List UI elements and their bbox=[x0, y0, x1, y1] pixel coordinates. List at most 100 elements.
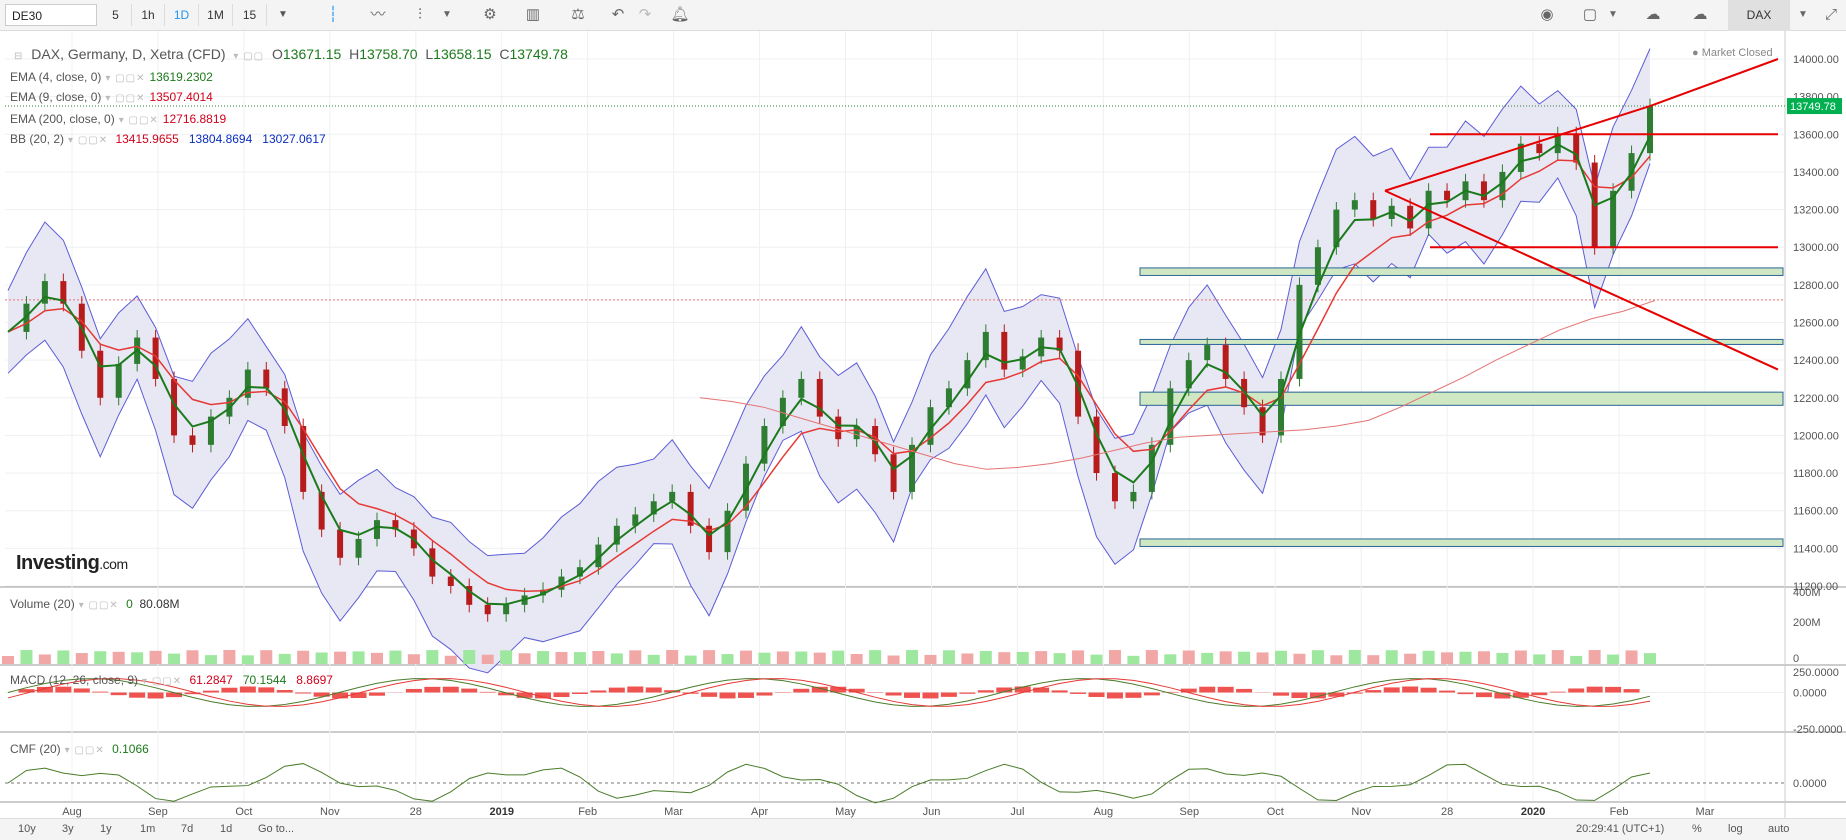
macd-hist-bar bbox=[1125, 692, 1142, 698]
volume-bar bbox=[1330, 655, 1343, 664]
candle-body bbox=[1130, 491, 1137, 502]
color-dropdown-icon[interactable]: ▼ bbox=[1598, 3, 1628, 27]
undo-icon[interactable]: ↶ bbox=[603, 3, 633, 27]
macd-hist-bar bbox=[1051, 690, 1068, 693]
volume-bar bbox=[832, 650, 845, 664]
volume-bar bbox=[1533, 654, 1546, 664]
cmf-legend: CMF (20) ▾ ▢▢✕ 0.1066 bbox=[10, 742, 149, 756]
macd-controls-icon[interactable]: ▾ ▢▢✕ bbox=[142, 676, 182, 687]
candle-body bbox=[1204, 345, 1211, 361]
volume-bar bbox=[537, 651, 550, 664]
macd-hist-bar bbox=[1383, 687, 1400, 693]
exchange-button[interactable]: DAX bbox=[1728, 0, 1790, 31]
ema4-controls-icon[interactable]: ▾ ▢▢✕ bbox=[105, 73, 145, 84]
macd-hist-bar bbox=[1180, 688, 1197, 693]
cloud-load-icon[interactable]: ☁ bbox=[1685, 3, 1715, 27]
macd-hist-bar bbox=[276, 690, 293, 693]
ema200-legend: EMA (200, close, 0) ▾ ▢▢✕ 12716.8819 bbox=[10, 112, 227, 126]
volume-controls-icon[interactable]: ▾ ▢▢✕ bbox=[79, 600, 119, 611]
range-1d[interactable]: 1d bbox=[220, 823, 232, 835]
range-3y[interactable]: 3y bbox=[62, 823, 74, 835]
y-tick-label: 12200.00 bbox=[1793, 393, 1839, 405]
macd-hist-bar bbox=[295, 692, 312, 694]
range-10y[interactable]: 10y bbox=[18, 823, 36, 835]
range-7d[interactable]: 7d bbox=[181, 823, 193, 835]
volume-bar bbox=[260, 650, 273, 664]
interval-1h[interactable]: 1h bbox=[132, 4, 165, 26]
ema200-controls-icon[interactable]: ▾ ▢▢✕ bbox=[119, 115, 159, 126]
volume-bar bbox=[629, 650, 642, 664]
macd-hist-bar bbox=[479, 691, 496, 693]
x-tick-label: Nov bbox=[1351, 806, 1371, 818]
range-1y[interactable]: 1y bbox=[100, 823, 112, 835]
y-tick-label: 12000.00 bbox=[1793, 430, 1839, 442]
scale-auto[interactable]: auto bbox=[1768, 823, 1789, 835]
collapse-icon[interactable]: ⊟ bbox=[14, 51, 23, 62]
range-1m[interactable]: 1m bbox=[140, 823, 155, 835]
interval-1m[interactable]: 1M bbox=[199, 4, 233, 26]
cmf-controls-icon[interactable]: ▾ ▢▢✕ bbox=[65, 745, 105, 756]
exchange-dropdown-icon[interactable]: ▼ bbox=[1788, 3, 1818, 27]
volume-bar bbox=[924, 654, 937, 664]
main-settings-icon[interactable]: ▾ ▢▢ bbox=[233, 51, 264, 62]
interval-dropdown-icon[interactable]: ▼ bbox=[268, 3, 298, 27]
scale-log[interactable]: log bbox=[1728, 823, 1743, 835]
volume-bar bbox=[1477, 651, 1490, 664]
interval-15[interactable]: 15 bbox=[233, 4, 267, 26]
macd-hist-bar bbox=[424, 686, 441, 693]
x-tick-label: 2019 bbox=[489, 806, 513, 818]
price-chart[interactable]: 11200.0011400.0011600.0011800.0012000.00… bbox=[0, 31, 1846, 818]
volume-bar bbox=[1164, 654, 1177, 664]
interval-5[interactable]: 5 bbox=[100, 4, 132, 26]
x-tick-label: Aug bbox=[62, 806, 82, 818]
volume-bar bbox=[1459, 651, 1472, 664]
macd-hist-bar bbox=[590, 690, 607, 693]
volume-bar bbox=[463, 650, 476, 664]
macd-hist-bar bbox=[1106, 692, 1123, 699]
candle-body bbox=[890, 454, 897, 492]
indicators-dropdown-icon[interactable]: ▼ bbox=[432, 3, 462, 27]
volume-bar bbox=[1644, 653, 1656, 664]
volume-bar bbox=[204, 655, 217, 664]
alert-icon[interactable]: 🔔︎ bbox=[665, 3, 695, 27]
candles-icon[interactable]: ┆ bbox=[318, 3, 348, 27]
volume-bar bbox=[481, 654, 494, 664]
macd-hist-bar bbox=[1568, 688, 1585, 693]
x-tick-label: Feb bbox=[1610, 806, 1629, 818]
support-zone bbox=[1139, 338, 1784, 345]
macd-hist-bar bbox=[1623, 689, 1640, 693]
volume-bar bbox=[1035, 651, 1048, 664]
candle-body bbox=[373, 520, 380, 539]
x-tick-label: Nov bbox=[320, 806, 340, 818]
macd-hist-bar bbox=[1531, 692, 1548, 696]
bar-style-icon[interactable]: ▥ bbox=[518, 3, 548, 27]
fullscreen-icon[interactable]: ⤢ bbox=[1816, 3, 1846, 27]
camera-icon[interactable]: ◉ bbox=[1532, 3, 1562, 27]
candle-body bbox=[355, 538, 362, 558]
macd-hist-bar bbox=[1365, 690, 1382, 693]
macd-hist-bar bbox=[1475, 692, 1492, 698]
symbol-input[interactable]: DE30 bbox=[5, 4, 97, 26]
goto-button[interactable]: Go to... bbox=[258, 823, 294, 835]
macd-hist-bar bbox=[73, 688, 90, 693]
volume-bar bbox=[776, 651, 789, 664]
macd-legend: MACD (12, 26, close, 9) ▾ ▢▢✕ 61.2847 70.… bbox=[10, 673, 333, 687]
volume-bar bbox=[1441, 652, 1454, 664]
x-tick-label: Apr bbox=[751, 806, 768, 818]
candle-body bbox=[1407, 205, 1414, 229]
macd-hist-bar bbox=[922, 692, 939, 699]
ema9-controls-icon[interactable]: ▾ ▢▢✕ bbox=[105, 93, 145, 104]
market-status: ● Market Closed bbox=[1692, 47, 1773, 59]
scale-percent[interactable]: % bbox=[1692, 823, 1702, 835]
settings-icon[interactable]: ⚙ bbox=[475, 3, 505, 27]
macd-hist-bar bbox=[1586, 686, 1603, 693]
indicators-icon[interactable]: ⫶ bbox=[405, 3, 435, 27]
line-chart-icon[interactable]: 〰 bbox=[363, 3, 393, 27]
y-tick-label: 13400.00 bbox=[1793, 167, 1839, 179]
volume-bar bbox=[869, 650, 882, 664]
redo-icon[interactable]: ↷ bbox=[630, 3, 660, 27]
interval-1d[interactable]: 1D bbox=[165, 4, 199, 26]
cloud-save-icon[interactable]: ☁ bbox=[1638, 3, 1668, 27]
bb-controls-icon[interactable]: ▾ ▢▢✕ bbox=[68, 135, 108, 146]
compare-icon[interactable]: ⚖ bbox=[563, 3, 593, 27]
